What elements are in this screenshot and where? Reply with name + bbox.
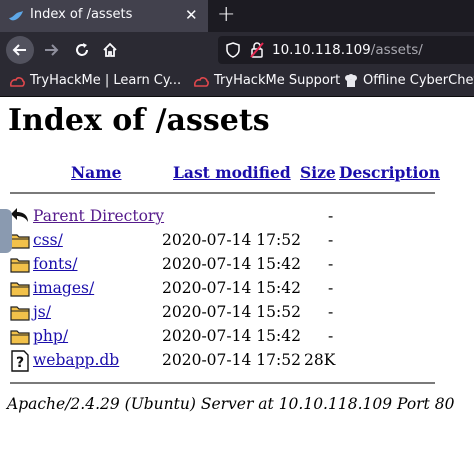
bookmark-tryhackme-learn[interactable]: TryHackMe | Learn Cy... [9, 73, 181, 88]
column-header-size[interactable]: Size [300, 163, 336, 182]
bookmark-label: TryHackMe | Learn Cy... [30, 73, 182, 88]
url-path: /assets/ [370, 42, 423, 58]
row-modified: 2020-07-14 15:42 [162, 279, 301, 297]
reload-icon [76, 43, 88, 56]
column-header-last-modified[interactable]: Last modified [173, 163, 291, 182]
tab-title: Index of /assets [30, 7, 133, 22]
row-size: - [328, 303, 334, 321]
shield-icon[interactable] [226, 42, 240, 58]
row-size: 28K [304, 351, 336, 369]
row-size: - [328, 231, 334, 249]
chef-icon [345, 73, 357, 87]
new-tab-button[interactable]: + [217, 2, 235, 27]
reload-button[interactable] [68, 36, 96, 64]
page-content: Index of /assets Name Last modified Size… [0, 97, 474, 450]
tab-assets[interactable]: Index of /assets ✕ [0, 0, 208, 32]
row-size: - [328, 279, 334, 297]
home-button[interactable] [96, 36, 124, 64]
bookmark-label: Offline CyberChef [363, 73, 474, 88]
home-icon [103, 42, 117, 57]
table-row: css/ 2020-07-14 17:52 - [10, 230, 450, 252]
file-link-js[interactable]: js/ [33, 303, 51, 321]
file-link-php[interactable]: php/ [33, 327, 68, 345]
column-header-name[interactable]: Name [71, 163, 121, 182]
url-host: 10.10.118.109 [272, 42, 371, 58]
file-link-css[interactable]: css/ [33, 231, 63, 249]
bookmark-tryhackme-support[interactable]: TryHackMe Support [193, 73, 340, 88]
table-row: fonts/ 2020-07-14 15:42 - [10, 254, 450, 276]
folder-icon [10, 306, 30, 321]
close-tab-icon[interactable]: ✕ [185, 6, 198, 24]
table-row: php/ 2020-07-14 15:42 - [10, 326, 450, 348]
row-modified: 2020-07-14 17:52 [162, 351, 301, 369]
bookmarks-bar: TryHackMe | Learn Cy... TryHackMe Suppor… [0, 68, 474, 97]
insecure-lock-icon[interactable] [250, 42, 264, 58]
top-divider [10, 192, 435, 194]
table-row: js/ 2020-07-14 15:52 - [10, 302, 450, 324]
url-text[interactable]: 10.10.118.109/assets/ [272, 42, 423, 58]
bookmark-label: TryHackMe Support [214, 73, 341, 88]
tryhackme-icon [10, 76, 25, 87]
column-header-description[interactable]: Description [339, 163, 440, 182]
table-row: images/ 2020-07-14 15:42 - [10, 278, 450, 300]
table-row: ? webapp.db 2020-07-14 17:52 28K [10, 350, 450, 372]
folder-icon [10, 258, 30, 273]
back-arrow-icon [12, 44, 26, 56]
tab-bar: Index of /assets ✕ + [0, 0, 474, 32]
back-button[interactable] [6, 36, 34, 64]
unknown-file-icon: ? [11, 350, 29, 372]
svg-text:?: ? [16, 355, 24, 371]
tryhackme-icon [194, 76, 209, 87]
back-arrow-icon [11, 208, 28, 222]
server-signature: Apache/2.4.29 (Ubuntu) Server at 10.10.1… [7, 395, 455, 413]
bookmark-offline-cyberchef[interactable]: Offline CyberChef [344, 73, 474, 88]
table-row: Parent Directory - [10, 206, 450, 228]
file-link-webapp-db[interactable]: webapp.db [33, 351, 119, 369]
forward-button[interactable] [37, 36, 65, 64]
row-modified: 2020-07-14 15:42 [162, 255, 301, 273]
page-title: Index of /assets [8, 103, 270, 138]
row-modified: 2020-07-14 17:52 [162, 231, 301, 249]
row-modified: 2020-07-14 15:52 [162, 303, 301, 321]
folder-icon [10, 330, 30, 345]
row-modified: 2020-07-14 15:42 [162, 327, 301, 345]
sidebar-handle[interactable] [0, 209, 12, 253]
address-bar[interactable]: 10.10.118.109/assets/ [218, 36, 474, 64]
navigation-bar: 10.10.118.109/assets/ [0, 32, 474, 68]
parent-directory-link[interactable]: Parent Directory [33, 207, 164, 225]
row-size: - [328, 327, 334, 345]
bird-favicon-icon [9, 11, 23, 21]
bottom-divider [10, 382, 435, 384]
row-size: - [328, 207, 334, 225]
row-size: - [328, 255, 334, 273]
folder-icon [10, 234, 30, 249]
file-link-images[interactable]: images/ [33, 279, 94, 297]
folder-icon [10, 282, 30, 297]
forward-arrow-icon [45, 44, 59, 56]
file-link-fonts[interactable]: fonts/ [33, 255, 77, 273]
